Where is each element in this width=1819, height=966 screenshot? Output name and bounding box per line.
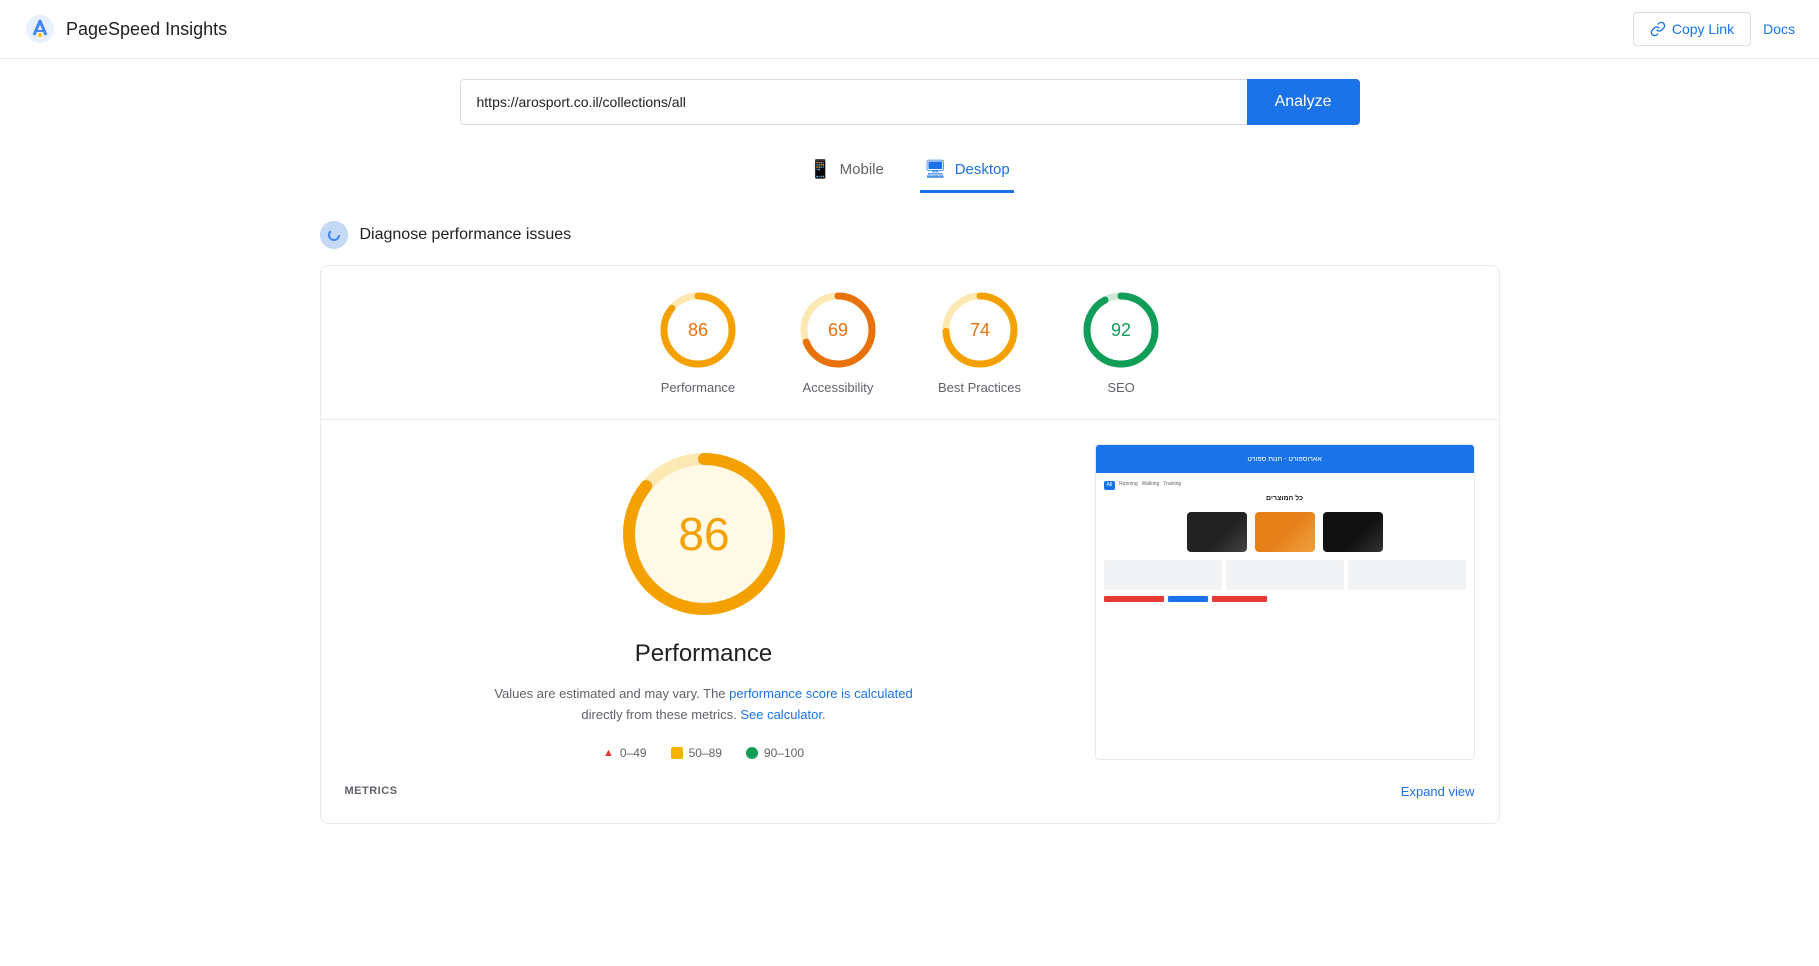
perf-description: Values are estimated and may vary. The p… bbox=[484, 684, 924, 726]
metrics-footer: METRICS Expand view bbox=[345, 784, 1475, 799]
svg-text:86: 86 bbox=[678, 508, 729, 560]
metrics-label: METRICS bbox=[345, 785, 398, 797]
legend-red-range: 0–49 bbox=[620, 746, 647, 760]
shoe-3 bbox=[1323, 512, 1383, 552]
tab-desktop-label: Desktop bbox=[955, 161, 1010, 178]
divider bbox=[321, 419, 1499, 420]
browser-bar: אארוספורט - חנות ספורט bbox=[1096, 445, 1474, 473]
legend-row: ▲ 0–49 50–89 90–100 bbox=[603, 746, 804, 760]
svg-text:74: 74 bbox=[969, 320, 989, 340]
shoe-1 bbox=[1187, 512, 1247, 552]
score-circle-performance: 86 bbox=[658, 290, 738, 370]
score-item-seo: 92 SEO bbox=[1081, 290, 1161, 395]
header: PageSpeed Insights Copy Link Docs bbox=[0, 0, 1819, 59]
link-icon bbox=[1650, 21, 1666, 37]
score-item-accessibility: 69 Accessibility bbox=[798, 290, 878, 395]
docs-link[interactable]: Docs bbox=[1763, 21, 1795, 37]
perf-title: Performance bbox=[635, 640, 772, 668]
left-panel: 86 Performance Values are estimated and … bbox=[345, 444, 1063, 760]
scores-row: 86 Performance 69 Accessibility 74 bbox=[345, 290, 1475, 395]
browser-frame: אארוספורט - חנות ספורט All RunningWalkin… bbox=[1096, 445, 1474, 685]
legend-green-range: 90–100 bbox=[764, 746, 804, 760]
score-label-best-practices: Best Practices bbox=[938, 380, 1021, 395]
perf-score-link[interactable]: performance score is calculated bbox=[729, 686, 913, 701]
score-label-accessibility: Accessibility bbox=[803, 380, 874, 395]
bottom-section: 86 Performance Values are estimated and … bbox=[345, 444, 1475, 760]
diagnose-icon bbox=[320, 221, 348, 249]
desktop-icon: 🖥 bbox=[924, 159, 947, 180]
copy-link-label: Copy Link bbox=[1672, 21, 1734, 37]
score-circle-accessibility: 69 bbox=[798, 290, 878, 370]
diagnose-label: Diagnose performance issues bbox=[360, 226, 572, 244]
copy-link-button[interactable]: Copy Link bbox=[1633, 12, 1751, 46]
url-bar-container: Analyze bbox=[460, 79, 1360, 125]
svg-text:92: 92 bbox=[1111, 320, 1131, 340]
legend-red: ▲ 0–49 bbox=[603, 746, 647, 760]
legend-orange-range: 50–89 bbox=[689, 746, 722, 760]
svg-text:69: 69 bbox=[828, 320, 848, 340]
score-item-performance: 86 Performance bbox=[658, 290, 738, 395]
score-label-seo: SEO bbox=[1107, 380, 1134, 395]
screenshot-preview: אארוספורט - חנות ספורט All RunningWalkin… bbox=[1096, 445, 1474, 685]
tab-mobile[interactable]: 📱 Mobile bbox=[805, 149, 888, 193]
url-input[interactable] bbox=[460, 79, 1247, 125]
svg-text:86: 86 bbox=[688, 320, 708, 340]
app-title: PageSpeed Insights bbox=[66, 19, 227, 40]
shoe-2 bbox=[1255, 512, 1315, 552]
score-item-best-practices: 74 Best Practices bbox=[938, 290, 1021, 395]
legend-orange: 50–89 bbox=[671, 746, 722, 760]
pagespeed-logo bbox=[24, 13, 56, 45]
analyze-button[interactable]: Analyze bbox=[1247, 79, 1360, 125]
calculator-link[interactable]: See calculator. bbox=[740, 707, 825, 722]
legend-green: 90–100 bbox=[746, 746, 804, 760]
browser-content: All RunningWalkingTraining כל המוצרים bbox=[1096, 473, 1474, 610]
large-score-circle: 86 bbox=[614, 444, 794, 624]
loading-icon bbox=[327, 228, 341, 242]
expand-view-button[interactable]: Expand view bbox=[1401, 784, 1475, 799]
score-label-performance: Performance bbox=[661, 380, 735, 395]
main-content: Analyze 📱 Mobile 🖥 Desktop Diagnose perf… bbox=[280, 59, 1540, 844]
score-circle-best-practices: 74 bbox=[940, 290, 1020, 370]
tab-mobile-label: Mobile bbox=[840, 161, 884, 178]
screenshot-panel: אארוספורט - חנות ספורט All RunningWalkin… bbox=[1095, 444, 1475, 760]
diagnose-bar: Diagnose performance issues bbox=[320, 221, 1500, 249]
shoes-display bbox=[1104, 512, 1466, 552]
tabs-container: 📱 Mobile 🖥 Desktop bbox=[320, 149, 1500, 193]
header-right: Copy Link Docs bbox=[1633, 12, 1795, 46]
mobile-icon: 📱 bbox=[809, 159, 831, 180]
score-panel: 86 Performance 69 Accessibility 74 bbox=[320, 265, 1500, 824]
tab-desktop[interactable]: 🖥 Desktop bbox=[920, 149, 1014, 193]
header-left: PageSpeed Insights bbox=[24, 13, 227, 45]
score-circle-seo: 92 bbox=[1081, 290, 1161, 370]
